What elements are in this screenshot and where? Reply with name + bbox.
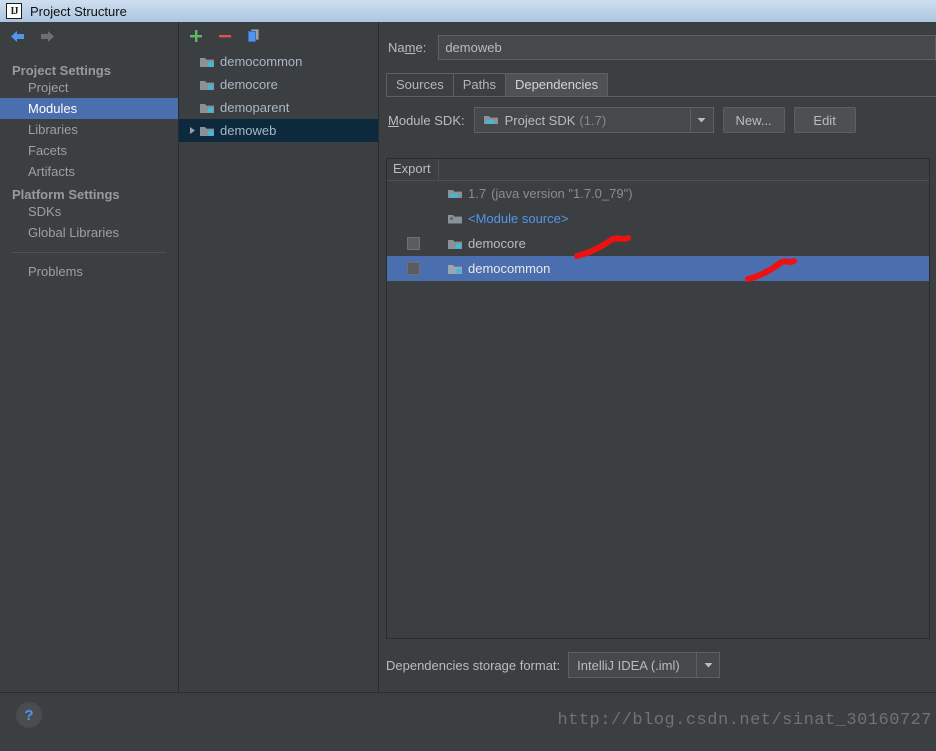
- sidebar-item-sdks[interactable]: SDKs: [0, 201, 178, 222]
- module-icon: [447, 236, 463, 252]
- dependency-detail: (java version "1.7.0_79"): [491, 186, 633, 201]
- sidebar-group-project-settings: Project Settings: [12, 63, 111, 78]
- table-row[interactable]: 1.7 (java version "1.7.0_79"): [387, 181, 929, 206]
- module-label: demoparent: [220, 100, 290, 115]
- sdk-version: (1.7): [579, 112, 607, 128]
- module-sdk-combo[interactable]: Project SDK (1.7): [473, 107, 714, 133]
- column-header-blank[interactable]: [439, 159, 929, 180]
- dependency-name: <Module source>: [468, 211, 569, 226]
- sidebar-item-project[interactable]: Project: [0, 77, 178, 98]
- dependencies-storage-value: IntelliJ IDEA (.iml): [577, 657, 680, 673]
- dependencies-storage-label: Dependencies storage format:: [386, 657, 561, 673]
- module-icon: [447, 261, 463, 277]
- dependency-name-cell: democommon: [439, 261, 929, 277]
- module-sdk-label: Module SDK:: [388, 112, 465, 128]
- sdk-folder-icon: [447, 186, 463, 202]
- module-icon: [199, 77, 215, 93]
- dependency-name: democommon: [468, 261, 551, 276]
- question-mark-icon[interactable]: ?: [16, 702, 42, 728]
- dependency-name: democore: [468, 236, 526, 251]
- new-sdk-button[interactable]: New...: [722, 107, 785, 133]
- project-structure-dialog: IJ Project Structure Project Settings Pr…: [0, 0, 936, 751]
- module-sdk-value: Project SDK (1.7): [475, 112, 690, 128]
- dependencies-table-header: Export: [387, 159, 929, 181]
- module-label: demoweb: [220, 123, 277, 138]
- module-item-democommon[interactable]: democommon: [179, 50, 378, 73]
- sidebar-item-global-libraries[interactable]: Global Libraries: [0, 222, 178, 243]
- intellij-idea-icon: IJ: [6, 3, 22, 19]
- sidebar-nav-arrows: [0, 22, 178, 50]
- dependency-name-cell: 1.7 (java version "1.7.0_79"): [439, 186, 929, 202]
- module-source-icon: [447, 211, 463, 227]
- dependencies-storage-combo[interactable]: IntelliJ IDEA (.iml): [568, 652, 721, 678]
- sdk-name: Project SDK: [504, 112, 576, 128]
- module-item-demoparent[interactable]: demoparent: [179, 96, 378, 119]
- window-titlebar: IJ Project Structure: [0, 0, 936, 22]
- settings-sidebar: Project Settings Project Modules Librari…: [0, 22, 179, 692]
- arrow-left-icon[interactable]: [9, 29, 26, 44]
- copy-icon[interactable]: [245, 27, 263, 45]
- dependencies-storage-row: Dependencies storage format: IntelliJ ID…: [386, 652, 721, 678]
- sidebar-item-artifacts[interactable]: Artifacts: [0, 161, 178, 182]
- module-item-democore[interactable]: democore: [179, 73, 378, 96]
- modules-panel: democommon democore demoparent demoweb: [179, 22, 379, 692]
- module-label: democore: [220, 77, 278, 92]
- sidebar-item-problems[interactable]: Problems: [0, 261, 178, 282]
- dependency-name-cell: <Module source>: [439, 211, 929, 227]
- table-row[interactable]: democore: [387, 231, 929, 256]
- arrow-right-icon[interactable]: [39, 29, 56, 44]
- module-sdk-row: Module SDK: Project SDK (1.7) New... Edi…: [380, 97, 936, 133]
- tab-paths[interactable]: Paths: [452, 73, 506, 96]
- module-item-demoweb[interactable]: demoweb: [179, 119, 378, 142]
- dependencies-table: Export 1.7 (java version "1.7.0_79") <Mo…: [386, 158, 930, 639]
- sidebar-item-modules[interactable]: Modules: [0, 98, 178, 119]
- dependency-name: 1.7: [468, 186, 487, 201]
- module-icon: [199, 100, 215, 116]
- sidebar-item-libraries[interactable]: Libraries: [0, 119, 178, 140]
- table-row[interactable]: <Module source>: [387, 206, 929, 231]
- sdk-folder-icon: [483, 112, 499, 128]
- modules-tree: democommon democore demoparent demoweb: [179, 49, 378, 142]
- export-checkbox[interactable]: [406, 237, 420, 250]
- dialog-bottom-bar: ? http://blog.csdn.net/sinat_30160727: [0, 692, 936, 751]
- sidebar-group-platform-settings: Platform Settings: [12, 187, 120, 202]
- window-title: Project Structure: [30, 3, 127, 19]
- module-icon: [199, 54, 215, 70]
- edit-sdk-button[interactable]: Edit: [793, 107, 856, 133]
- plus-icon[interactable]: [187, 27, 205, 45]
- sidebar-list: Project Settings Project Modules Librari…: [0, 50, 178, 282]
- dependency-name-cell: democore: [439, 236, 929, 252]
- chevron-down-icon[interactable]: [689, 108, 713, 132]
- module-tabs: Sources Paths Dependencies: [386, 72, 936, 97]
- export-cell[interactable]: [387, 262, 439, 275]
- module-name-label: Name:: [388, 40, 427, 55]
- chevron-right-icon[interactable]: [185, 126, 199, 135]
- module-detail-panel: Name: Sources Paths Dependencies Module …: [380, 22, 936, 692]
- watermark-text: http://blog.csdn.net/sinat_30160727: [557, 711, 932, 730]
- export-cell[interactable]: [387, 237, 439, 250]
- table-row[interactable]: democommon: [387, 256, 929, 281]
- sidebar-item-facets[interactable]: Facets: [0, 140, 178, 161]
- tab-dependencies[interactable]: Dependencies: [504, 73, 609, 96]
- column-header-export[interactable]: Export: [387, 159, 439, 180]
- modules-toolbar: [179, 22, 378, 49]
- module-name-input[interactable]: [438, 35, 936, 60]
- module-label: democommon: [220, 54, 303, 69]
- chevron-down-icon[interactable]: [696, 653, 719, 677]
- export-checkbox[interactable]: [406, 262, 420, 275]
- module-icon: [199, 123, 215, 139]
- tab-sources[interactable]: Sources: [386, 73, 454, 96]
- module-name-row: Name:: [380, 22, 936, 60]
- minus-icon[interactable]: [216, 27, 234, 45]
- sidebar-divider: [12, 252, 166, 253]
